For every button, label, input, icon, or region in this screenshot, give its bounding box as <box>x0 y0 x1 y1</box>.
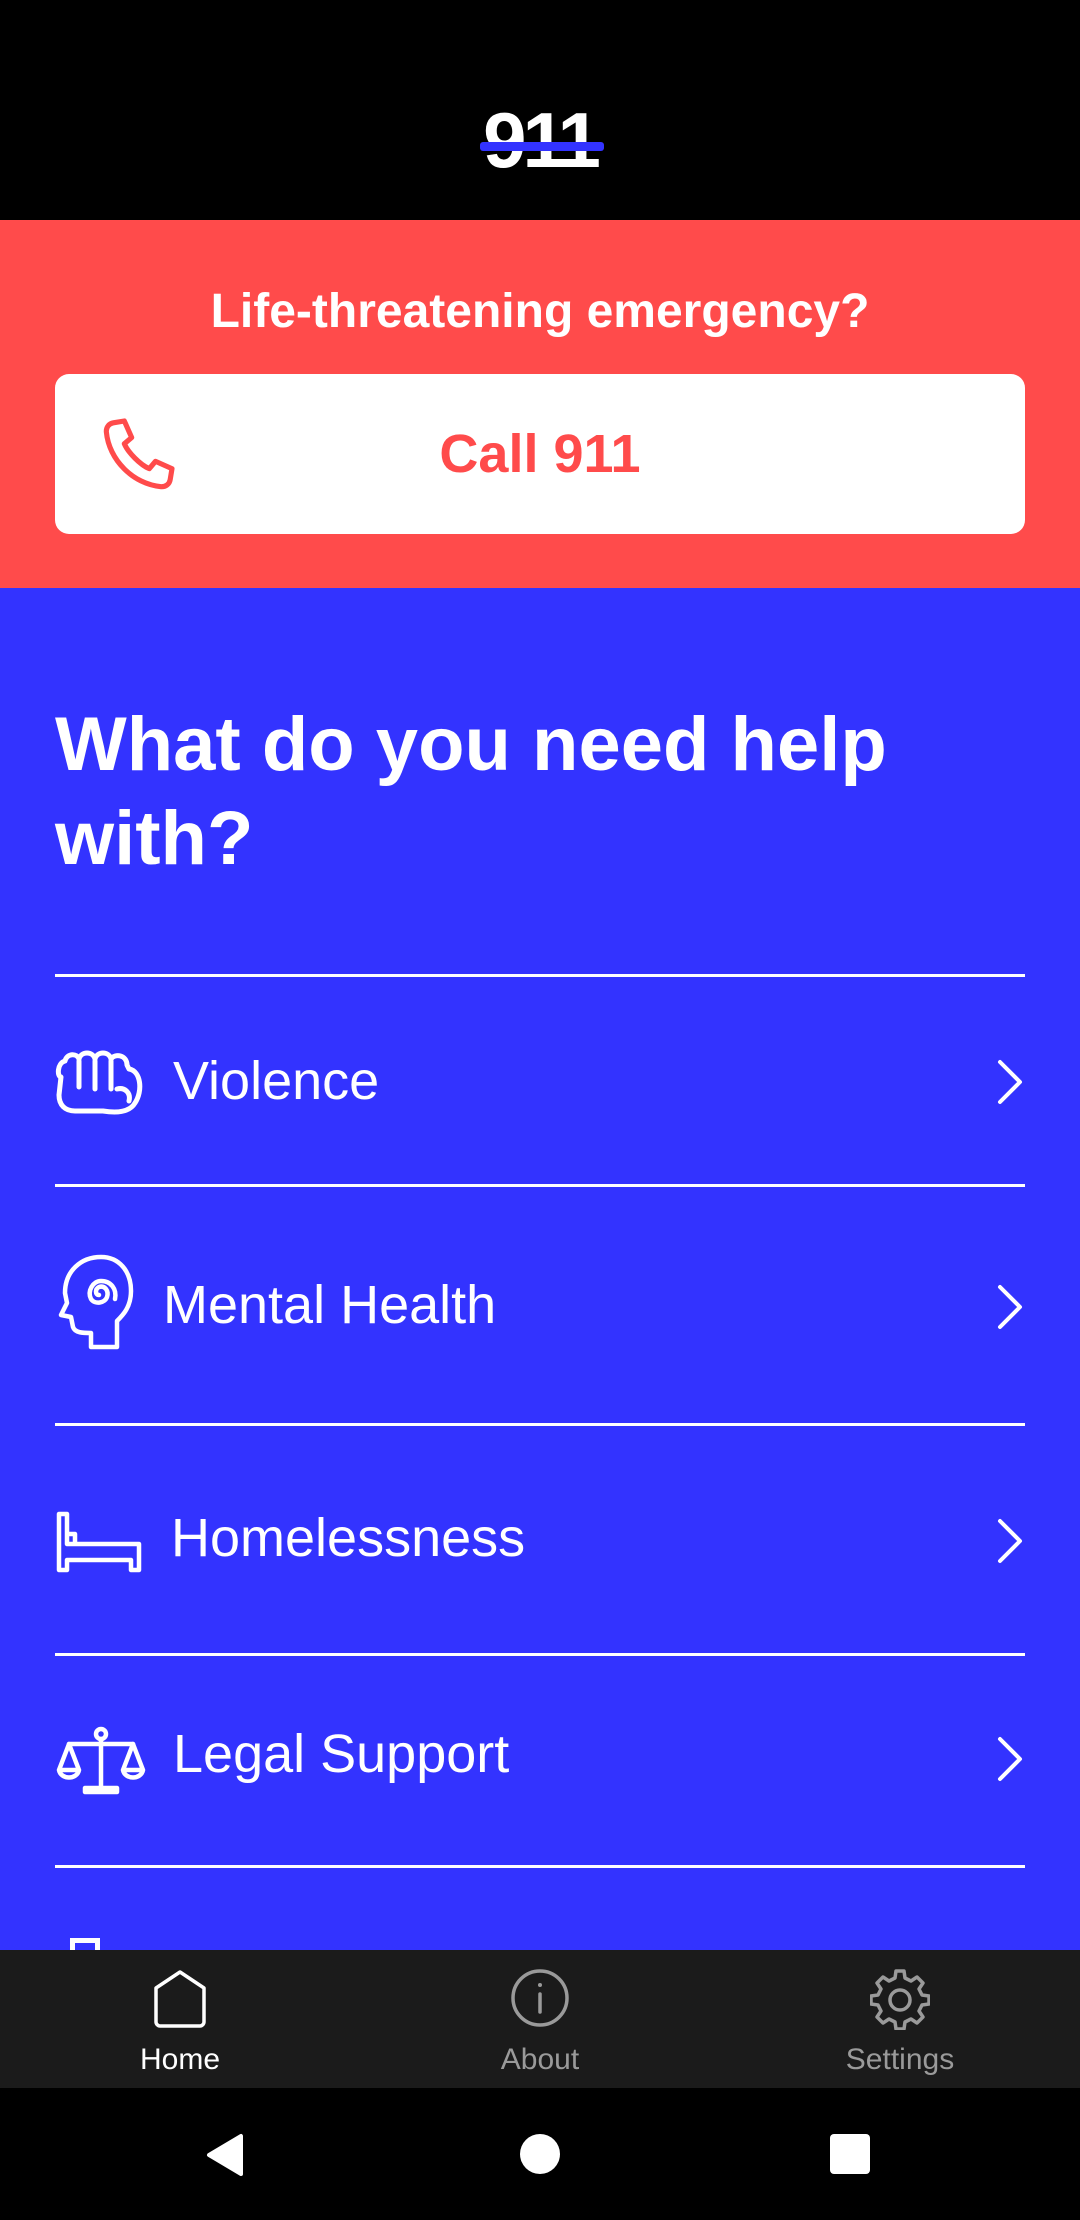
emergency-banner: Life-threatening emergency? Call 911 <box>0 220 1080 588</box>
partial-next-item-icon <box>70 1938 100 1950</box>
logo-text: 911 <box>483 96 601 184</box>
app-header: 911 <box>0 0 1080 220</box>
help-item-label: Legal Support <box>173 1724 510 1784</box>
call-911-button[interactable]: Call 911 <box>55 374 1025 534</box>
fist-icon <box>55 1050 143 1115</box>
back-icon <box>207 2134 243 2176</box>
divider <box>55 1865 1025 1868</box>
nav-settings[interactable]: Settings <box>720 1950 1080 2088</box>
scales-icon <box>56 1726 146 1795</box>
system-home-button[interactable] <box>480 2088 600 2220</box>
emergency-question: Life-threatening emergency? <box>210 285 870 338</box>
head-spiral-icon <box>58 1254 134 1350</box>
gear-icon <box>870 1969 930 2030</box>
help-section: What do you need help with? Violence Men… <box>0 588 1080 1950</box>
nav-about[interactable]: About <box>360 1950 720 2088</box>
app-logo: 911 <box>470 100 610 180</box>
chevron-right-icon <box>998 1285 1022 1329</box>
help-item-legal-support[interactable]: Legal Support <box>55 1656 1025 1865</box>
bottom-navigation: Home About Settings <box>0 1950 1080 2088</box>
nav-home[interactable]: Home <box>0 1950 360 2088</box>
system-navigation-bar <box>0 2088 1080 2220</box>
bed-icon <box>56 1511 142 1573</box>
chevron-right-icon <box>998 1060 1022 1104</box>
help-item-label: Mental Health <box>163 1275 497 1335</box>
home-icon <box>154 1970 206 2028</box>
nav-label: Settings <box>845 2043 955 2076</box>
logo-strike-bar <box>480 142 604 151</box>
recents-icon <box>830 2134 870 2174</box>
help-item-label: Violence <box>173 1051 380 1111</box>
nav-label: Home <box>139 2043 221 2076</box>
call-button-label: Call 911 <box>439 424 641 484</box>
page-title: What do you need help with? <box>55 702 887 881</box>
home-circle-icon <box>520 2134 560 2174</box>
help-item-label: Homelessness <box>171 1508 526 1568</box>
chevron-right-icon <box>998 1737 1022 1781</box>
nav-label: About <box>500 2043 580 2076</box>
help-item-violence[interactable]: Violence <box>55 977 1025 1184</box>
help-item-homelessness[interactable]: Homelessness <box>55 1426 1025 1653</box>
chevron-right-icon <box>998 1519 1022 1563</box>
system-recents-button[interactable] <box>790 2088 910 2220</box>
system-back-button[interactable] <box>165 2088 285 2220</box>
help-item-mental-health[interactable]: Mental Health <box>55 1187 1025 1423</box>
info-icon <box>511 1969 569 2027</box>
